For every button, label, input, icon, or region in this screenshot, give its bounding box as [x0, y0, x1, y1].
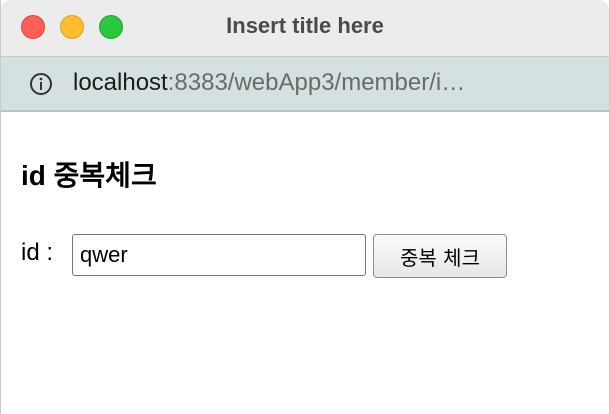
- url-path: :8383/webApp3/member/i…: [167, 69, 466, 96]
- address-bar[interactable]: localhost:8383/webApp3/member/i…: [1, 56, 609, 112]
- window-title: Insert title here: [226, 13, 384, 38]
- duplicate-check-button[interactable]: 중복 체크: [373, 234, 507, 278]
- id-label: id :: [21, 239, 54, 266]
- browser-window: Insert title here localhost:8383/webApp3…: [0, 0, 610, 414]
- info-icon[interactable]: [29, 72, 53, 96]
- page-heading: id 중복체크: [21, 160, 157, 191]
- title-bar: Insert title here: [1, 0, 609, 56]
- url-host: localhost: [73, 69, 168, 96]
- url-text[interactable]: localhost:8383/webApp3/member/i…: [73, 69, 465, 97]
- id-input[interactable]: [72, 234, 366, 276]
- page-content: id 중복체크 id : 중복 체크: [1, 112, 609, 414]
